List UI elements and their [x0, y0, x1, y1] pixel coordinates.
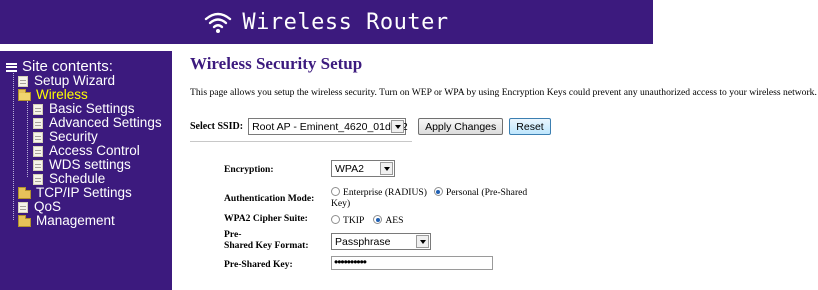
folder-open-icon: [18, 88, 31, 101]
encryption-value: WPA2: [335, 162, 364, 175]
ssid-value: Root AP - Eminent_4620_01dcb2: [252, 120, 408, 133]
psk-format-value: Passphrase: [335, 235, 391, 248]
ssid-select[interactable]: Root AP - Eminent_4620_01dcb2: [248, 118, 408, 135]
encryption-select[interactable]: WPA2: [331, 160, 395, 177]
sidebar-item-access-control[interactable]: Access Control: [33, 144, 140, 158]
auth-mode-label: Authentication Mode:: [224, 193, 315, 204]
psk-format-label: Pre- Shared Key Format:: [224, 229, 309, 251]
tree-line: [27, 101, 28, 177]
doc-icon: [33, 173, 43, 185]
radio-tkip[interactable]: [331, 215, 340, 225]
psk-input[interactable]: ••••••••••: [331, 256, 493, 270]
doc-icon: [18, 201, 28, 213]
folder-icon: [18, 214, 31, 227]
cipher-aes-option[interactable]: AES: [373, 215, 403, 226]
doc-icon: [33, 117, 43, 129]
folder-icon: [18, 186, 31, 199]
radio-aes[interactable]: [373, 215, 383, 225]
main-content: Wireless Security Setup This page allows…: [190, 0, 818, 290]
sidebar-item-qos[interactable]: QoS: [18, 200, 61, 214]
sidebar-item-basic-settings[interactable]: Basic Settings: [33, 102, 135, 116]
auth-mode-options: Enterprise (RADIUS) Personal (Pre-Shared…: [331, 185, 527, 209]
sidebar-item-wireless[interactable]: Wireless: [18, 88, 88, 102]
radio-enterprise[interactable]: [331, 187, 340, 197]
doc-icon: [33, 103, 43, 115]
sidebar-item-setup-wizard[interactable]: Setup Wizard: [18, 74, 115, 88]
site-contents-icon: [6, 62, 17, 72]
doc-icon: [33, 145, 43, 157]
sidebar-item-security[interactable]: Security: [33, 130, 98, 144]
sidebar-item-advanced-settings[interactable]: Advanced Settings: [33, 116, 162, 130]
cipher-suite-label: WPA2 Cipher Suite:: [224, 213, 308, 224]
chevron-down-icon: [380, 162, 393, 175]
page-title: Wireless Security Setup: [190, 54, 363, 73]
cipher-suite-options: TKIP AES: [331, 213, 403, 226]
chevron-down-icon: [391, 120, 405, 133]
doc-icon: [18, 75, 28, 87]
cipher-tkip-option[interactable]: TKIP: [331, 215, 364, 226]
apply-changes-button[interactable]: Apply Changes: [418, 118, 504, 135]
radio-personal[interactable]: [433, 187, 443, 197]
sidebar-item-tcpip-settings[interactable]: TCP/IP Settings: [18, 186, 132, 200]
reset-button[interactable]: Reset: [509, 118, 551, 135]
auth-enterprise-option[interactable]: Enterprise (RADIUS): [331, 187, 427, 198]
ssid-row: Select SSID: Root AP - Eminent_4620_01dc…: [190, 118, 551, 135]
sidebar-title: Site contents:: [6, 59, 113, 74]
page-description: This page allows you setup the wireless …: [190, 87, 817, 98]
sidebar-item-wds-settings[interactable]: WDS settings: [33, 158, 131, 172]
sidebar: Site contents: Setup Wizard Wireless Bas…: [0, 51, 172, 290]
psk-label: Pre-Shared Key:: [224, 259, 293, 270]
ssid-label: Select SSID:: [190, 121, 244, 132]
encryption-label: Encryption:: [224, 164, 274, 175]
doc-icon: [33, 131, 43, 143]
tree-line: [13, 73, 14, 220]
chevron-down-icon: [416, 235, 429, 248]
psk-format-select[interactable]: Passphrase: [331, 233, 431, 250]
auth-personal-option[interactable]: Personal (Pre-Shared: [433, 187, 527, 198]
sidebar-item-schedule[interactable]: Schedule: [33, 172, 105, 186]
divider: [190, 141, 412, 142]
doc-icon: [33, 159, 43, 171]
sidebar-item-management[interactable]: Management: [18, 214, 115, 228]
auth-personal-continued: Key): [331, 198, 351, 209]
